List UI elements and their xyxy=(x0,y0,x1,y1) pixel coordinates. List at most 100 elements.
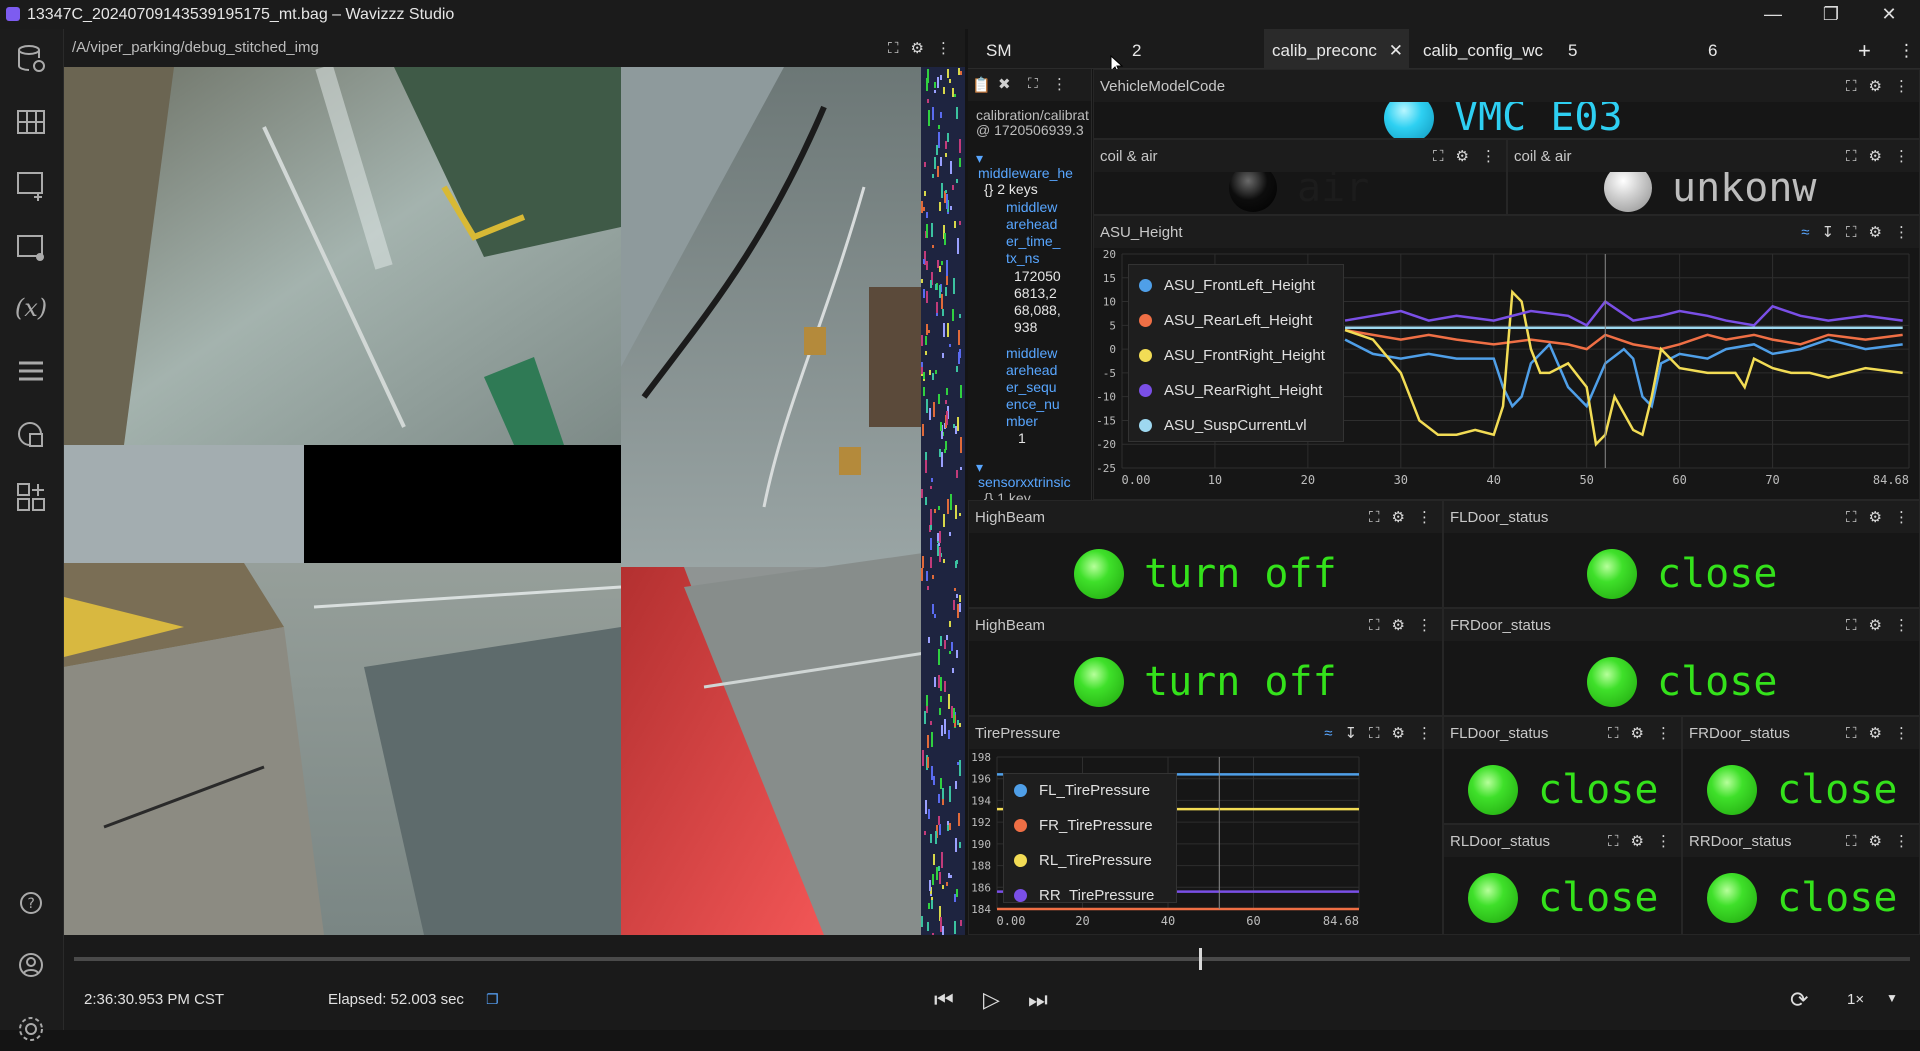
x-tick-label: 50 xyxy=(1579,473,1593,487)
panel-settings-icon[interactable] xyxy=(14,230,48,264)
fullscreen-icon[interactable]: ⛶ xyxy=(1846,79,1857,94)
layout-grid-icon[interactable] xyxy=(14,105,48,139)
playback-scrubber[interactable] xyxy=(74,948,1910,970)
legend-item[interactable]: ASU_FrontRight_Height xyxy=(1139,347,1325,364)
close-window-button[interactable]: ✕ xyxy=(1860,0,1918,29)
more-menu-icon[interactable]: ⋮ xyxy=(1417,510,1432,525)
tab-calib-config-wc[interactable]: calib_config_wc xyxy=(1423,29,1553,69)
close-tab-icon[interactable]: ✕ xyxy=(1389,29,1403,69)
gear-icon[interactable]: ⚙ xyxy=(1392,618,1405,633)
fullscreen-icon[interactable]: ⛶ xyxy=(1608,726,1619,741)
more-menu-icon[interactable]: ⋮ xyxy=(1417,618,1432,633)
more-menu-icon[interactable]: ⋮ xyxy=(1894,79,1909,94)
gear-icon[interactable]: ⚙ xyxy=(1392,510,1405,525)
raw-key-sensor[interactable]: sensorxxtrinsic xyxy=(978,474,1071,490)
gear-icon[interactable]: ⚙ xyxy=(1869,618,1882,633)
fullscreen-icon[interactable]: ⛶ xyxy=(1846,618,1857,633)
loop-icon[interactable]: ⟳ xyxy=(1790,987,1808,1013)
legend-item[interactable]: ASU_FrontLeft_Height xyxy=(1139,277,1315,294)
scrubber-handle[interactable] xyxy=(1199,948,1203,970)
copy-time-icon[interactable]: ❐ xyxy=(486,991,499,1008)
extensions-list-icon[interactable] xyxy=(14,355,48,389)
fullscreen-icon[interactable]: ⛶ xyxy=(1369,510,1380,525)
more-menu-icon[interactable]: ⋮ xyxy=(1656,834,1671,849)
more-menu-icon[interactable]: ⋮ xyxy=(1894,726,1909,741)
download-icon[interactable]: ↧ xyxy=(1344,726,1357,741)
gear-icon[interactable]: ⚙ xyxy=(1631,726,1644,741)
more-menu-icon[interactable]: ⋮ xyxy=(1417,726,1432,741)
tabs-more-icon[interactable]: ⋮ xyxy=(1898,29,1914,69)
gear-icon[interactable]: ⚙ xyxy=(1392,726,1405,741)
add-tab-icon[interactable]: + xyxy=(1858,29,1878,69)
fullscreen-icon[interactable]: ⛶ xyxy=(1846,726,1857,741)
more-menu-icon[interactable]: ⋮ xyxy=(1894,225,1909,240)
legend-item[interactable]: ASU_RearRight_Height xyxy=(1139,382,1322,399)
more-menu-icon[interactable]: ⋮ xyxy=(936,41,951,56)
tab-sm[interactable]: SM xyxy=(986,29,1066,69)
restore-button[interactable]: ❐ xyxy=(1802,0,1860,29)
fullscreen-icon[interactable]: ⛶ xyxy=(888,41,899,56)
legend-item[interactable]: RL_TirePressure xyxy=(1014,852,1152,869)
fullscreen-icon[interactable]: ⛶ xyxy=(1369,618,1380,633)
gear-icon[interactable]: ⚙ xyxy=(1869,149,1882,164)
legend-label: ASU_SuspCurrentLvl xyxy=(1164,417,1307,434)
variables-icon[interactable]: (x) xyxy=(14,291,48,325)
more-menu-icon[interactable]: ⋮ xyxy=(1656,726,1671,741)
playback-speed[interactable]: 1× xyxy=(1847,991,1864,1008)
minimize-button[interactable]: — xyxy=(1744,0,1802,29)
legend-item[interactable]: RR_TirePressure xyxy=(1014,887,1154,902)
image-topic-path[interactable]: /A/viper_parking/debug_stitched_img xyxy=(72,39,319,56)
more-menu-icon[interactable]: ⋮ xyxy=(1894,510,1909,525)
gear-icon[interactable]: ⚙ xyxy=(911,41,924,56)
fullscreen-icon[interactable]: ⛶ xyxy=(1433,149,1444,164)
more-menu-icon[interactable]: ⋮ xyxy=(1894,618,1909,633)
tab-6[interactable]: 6 xyxy=(1708,29,1748,69)
account-icon[interactable] xyxy=(14,948,48,982)
copy-icon[interactable]: 📋 xyxy=(972,76,991,94)
sync-icon[interactable]: ≈ xyxy=(1801,225,1809,240)
more-menu-icon[interactable]: ⋮ xyxy=(1052,75,1067,93)
gear-icon[interactable]: ⚙ xyxy=(1869,225,1882,240)
add-layout-icon[interactable] xyxy=(14,480,48,514)
tab-calib-preconc[interactable]: calib_preconc ✕ xyxy=(1264,29,1409,69)
legend-item[interactable]: FR_TirePressure xyxy=(1014,817,1153,834)
sync-icon[interactable]: ≈ xyxy=(1324,726,1332,741)
help-icon[interactable]: ? xyxy=(14,886,48,920)
studio-logs-icon[interactable] xyxy=(14,417,48,451)
add-panel-icon[interactable] xyxy=(14,167,48,201)
image-noise xyxy=(929,880,931,891)
more-menu-icon[interactable]: ⋮ xyxy=(1894,149,1909,164)
legend-item[interactable]: ASU_SuspCurrentLvl xyxy=(1139,417,1307,434)
fullscreen-icon[interactable]: ⛶ xyxy=(1846,510,1857,525)
gear-icon[interactable]: ⚙ xyxy=(1869,79,1882,94)
seek-backward-button[interactable]: ⏮ xyxy=(934,987,954,1013)
legend-item[interactable]: FL_TirePressure xyxy=(1014,782,1150,799)
fullscreen-icon[interactable]: ⛶ xyxy=(1369,726,1380,741)
tab-2[interactable]: 2 xyxy=(1132,29,1192,69)
gear-icon[interactable]: ⚙ xyxy=(1456,149,1469,164)
raw-key-middleware[interactable]: middleware_he xyxy=(978,165,1073,181)
download-icon[interactable]: ↧ xyxy=(1821,225,1834,240)
play-button[interactable]: ▷ xyxy=(983,987,1000,1013)
seek-forward-button[interactable]: ⏭ xyxy=(1028,987,1048,1013)
tab-5[interactable]: 5 xyxy=(1568,29,1608,69)
speed-dropdown-icon[interactable]: ▼ xyxy=(1886,991,1898,1005)
door-value: close xyxy=(1657,551,1778,597)
legend-item[interactable]: ASU_RearLeft_Height xyxy=(1139,312,1312,329)
series-line xyxy=(1344,328,1903,351)
gear-icon[interactable]: ⚙ xyxy=(1869,510,1882,525)
fullscreen-icon[interactable]: ⛶ xyxy=(1846,149,1857,164)
more-menu-icon[interactable]: ⋮ xyxy=(1894,834,1909,849)
gear-icon[interactable]: ⚙ xyxy=(1869,834,1882,849)
image-noise xyxy=(953,708,955,723)
fullscreen-icon[interactable]: ⛶ xyxy=(1608,834,1619,849)
fullscreen-icon[interactable]: ⛶ xyxy=(1028,75,1038,92)
gear-icon[interactable]: ⚙ xyxy=(1869,726,1882,741)
collapse-icon[interactable]: ✖ xyxy=(998,75,1011,93)
more-menu-icon[interactable]: ⋮ xyxy=(1481,149,1496,164)
gear-icon[interactable]: ⚙ xyxy=(1631,834,1644,849)
settings-icon[interactable] xyxy=(14,1012,48,1046)
fullscreen-icon[interactable]: ⛶ xyxy=(1846,225,1857,240)
fullscreen-icon[interactable]: ⛶ xyxy=(1846,834,1857,849)
data-source-icon[interactable] xyxy=(14,42,48,76)
